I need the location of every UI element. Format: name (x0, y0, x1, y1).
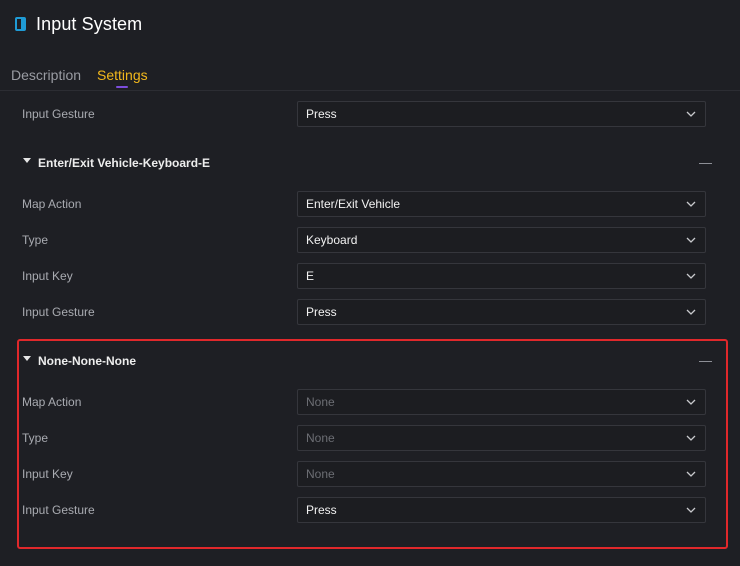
input-gesture-select[interactable]: Press (297, 497, 706, 523)
select-value: Press (306, 503, 337, 517)
field-label: Input Key (22, 269, 73, 283)
input-key-row: Input Key E (0, 263, 740, 289)
select-value: Press (306, 305, 337, 319)
select-value: Keyboard (306, 233, 358, 247)
chevron-down-icon (686, 471, 696, 477)
section-header-enter-exit-vehicle[interactable]: Enter/Exit Vehicle-Keyboard-E (0, 153, 740, 173)
field-label: Input Gesture (22, 503, 95, 517)
field-label: Type (22, 431, 49, 445)
field-label: Map Action (22, 395, 82, 409)
chevron-down-icon (686, 237, 696, 243)
collapse-icon[interactable] (699, 361, 712, 362)
chevron-down-icon (686, 399, 696, 405)
type-row: Type None (0, 425, 740, 451)
field-label: Input Gesture (22, 305, 95, 319)
input-gesture-select[interactable]: Press (297, 299, 706, 325)
collapse-icon[interactable] (699, 163, 712, 164)
chevron-down-icon (686, 507, 696, 513)
section-title: Enter/Exit Vehicle-Keyboard-E (38, 156, 211, 170)
tab-description[interactable]: Description (11, 60, 81, 90)
input-key-select[interactable]: E (297, 263, 706, 289)
chevron-down-icon (686, 309, 696, 315)
caret-down-icon[interactable] (23, 356, 31, 361)
page-title: Input System (36, 13, 143, 34)
caret-down-icon[interactable] (23, 158, 31, 163)
section-header-none[interactable]: None-None-None (0, 351, 740, 371)
type-select[interactable]: None (297, 425, 706, 451)
input-key-row: Input Key None (0, 461, 740, 487)
tab-settings[interactable]: Settings (97, 60, 148, 90)
select-value: None (306, 395, 335, 409)
chevron-down-icon (686, 273, 696, 279)
select-value: Press (306, 107, 337, 121)
field-label: Map Action (22, 197, 82, 211)
input-gesture-select[interactable]: Press (297, 101, 706, 127)
chevron-down-icon (686, 111, 696, 117)
input-key-select[interactable]: None (297, 461, 706, 487)
field-label: Type (22, 233, 49, 247)
select-value: Enter/Exit Vehicle (306, 197, 401, 211)
select-value: None (306, 431, 335, 445)
input-gesture-row: Input Gesture Press (0, 101, 740, 127)
panel-icon (14, 16, 30, 32)
select-value: None (306, 467, 335, 481)
select-value: E (306, 269, 315, 283)
chevron-down-icon (686, 435, 696, 441)
chevron-down-icon (686, 201, 696, 207)
panel-header: Input System (0, 0, 740, 48)
map-action-select[interactable]: Enter/Exit Vehicle (297, 191, 706, 217)
map-action-select[interactable]: None (297, 389, 706, 415)
field-label: Input Key (22, 467, 73, 481)
settings-content[interactable]: Input Gesture Press Enter/Exit Vehicle-K… (0, 92, 740, 566)
type-row: Type Keyboard (0, 227, 740, 253)
section-title: None-None-None (38, 354, 136, 368)
map-action-row: Map Action None (0, 389, 740, 415)
type-select[interactable]: Keyboard (297, 227, 706, 253)
active-tab-indicator (116, 86, 129, 88)
tab-settings-label: Settings (97, 67, 148, 83)
tab-bar: Description Settings (0, 60, 740, 91)
input-gesture-row: Input Gesture Press (0, 497, 740, 523)
map-action-row: Map Action Enter/Exit Vehicle (0, 191, 740, 217)
field-label: Input Gesture (22, 107, 95, 121)
input-gesture-row: Input Gesture Press (0, 299, 740, 325)
